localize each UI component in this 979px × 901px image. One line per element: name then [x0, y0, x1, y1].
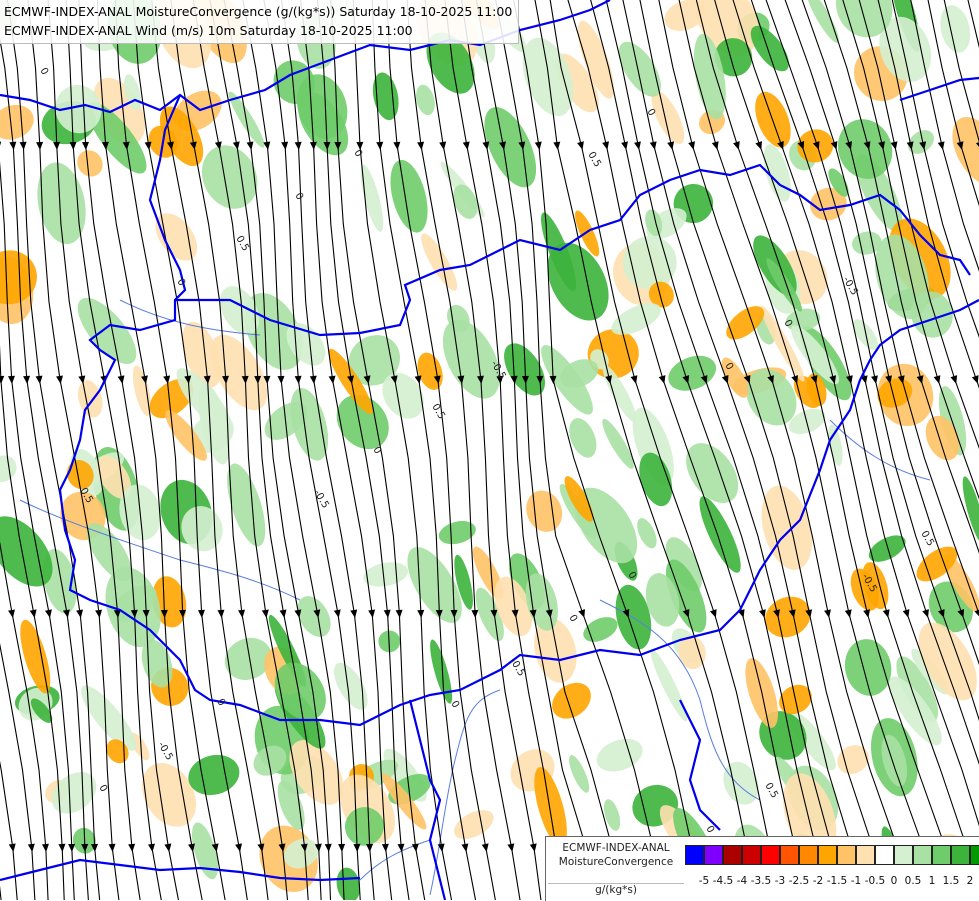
map-title-box: ECMWF-INDEX-ANAL MoistureConvergence (g/… — [0, 0, 519, 44]
legend-swatch-0 — [685, 845, 704, 865]
legend-swatch-6 — [799, 845, 818, 865]
title-moisture-convergence: ECMWF-INDEX-ANAL MoistureConvergence (g/… — [4, 2, 512, 21]
legend-tick: -5 — [699, 875, 709, 887]
legend-swatch-5 — [780, 845, 799, 865]
legend-tick: -4.5 — [713, 875, 734, 887]
color-legend: ECMWF-INDEX-ANAL MoistureConvergence g/(… — [545, 836, 979, 901]
legend-tick: 1 — [929, 875, 936, 887]
legend-swatch-12 — [913, 845, 932, 865]
legend-tick: -3.5 — [751, 875, 772, 887]
legend-tick: 2 — [967, 875, 974, 887]
legend-swatch-15 — [970, 845, 979, 865]
legend-tick: -1.5 — [827, 875, 848, 887]
legend-unit: g/(kg*s) — [548, 884, 684, 896]
legend-swatch-9 — [856, 845, 875, 865]
legend-swatches — [685, 845, 979, 865]
legend-model-label: ECMWF-INDEX-ANAL — [548, 841, 684, 855]
legend-tick: -2 — [813, 875, 823, 887]
legend-tick: -2.5 — [789, 875, 810, 887]
legend-ticks: -5 -4.5-4 -3.5-3 -2.5-2 -1.5-1 -0.5 0 0.5 1 1.5 2 — [685, 875, 979, 891]
legend-swatch-8 — [837, 845, 856, 865]
legend-tick: 1.5 — [943, 875, 960, 887]
legend-name: ECMWF-INDEX-ANAL MoistureConvergence — [548, 841, 684, 869]
weather-map: 00-0.500.50-0.500.50-0.5000.5-0.500.500-… — [0, 0, 979, 900]
legend-swatch-1 — [704, 845, 723, 865]
legend-swatch-4 — [761, 845, 780, 865]
legend-swatch-13 — [932, 845, 951, 865]
legend-swatch-14 — [951, 845, 970, 865]
legend-parameter-label: MoistureConvergence — [548, 855, 684, 869]
legend-swatch-2 — [723, 845, 742, 865]
legend-tick: -0.5 — [865, 875, 886, 887]
legend-tick: -3 — [775, 875, 785, 887]
legend-swatch-10 — [875, 845, 894, 865]
legend-tick: -1 — [851, 875, 861, 887]
legend-tick: 0 — [891, 875, 898, 887]
legend-tick: -4 — [737, 875, 747, 887]
legend-swatch-11 — [894, 845, 913, 865]
title-wind: ECMWF-INDEX-ANAL Wind (m/s) 10m Saturday… — [4, 21, 512, 40]
legend-swatch-3 — [742, 845, 761, 865]
legend-swatch-7 — [818, 845, 837, 865]
legend-tick: 0.5 — [905, 875, 922, 887]
